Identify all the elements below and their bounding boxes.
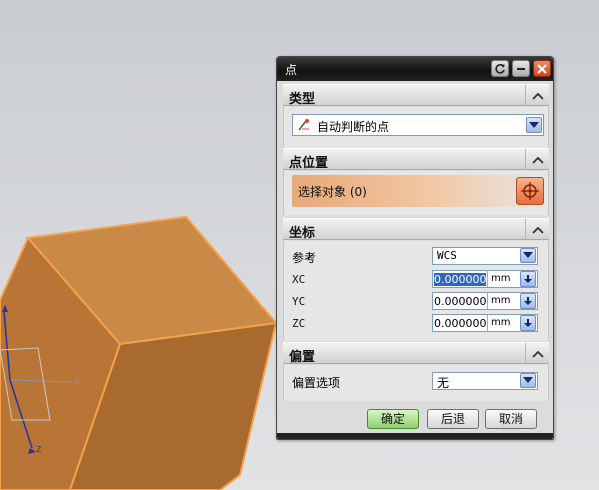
down-arrow-icon[interactable] [520,293,536,309]
xc-value[interactable]: 0.0000000 [434,273,486,286]
reference-label: 参考 [292,251,317,265]
zc-value[interactable]: 0.0000000 [434,317,486,330]
dropdown-arrow-icon[interactable] [520,248,536,263]
xc-label: XC [292,273,306,286]
section-point-location-label: 点位置 [289,156,329,171]
chevron-up-icon [531,156,544,164]
dialog-titlebar[interactable]: 点 [277,57,553,81]
reference-value: WCS [437,249,457,262]
reference-select[interactable]: WCS [432,247,538,265]
dialog-bottom-bar [277,433,553,439]
point-dialog: 点 类型 自动判断的点 点位置 选择对象 (0) 坐标 参考 WCS XC 0.… [276,56,554,440]
cancel-button[interactable]: 取消 [485,409,537,429]
zc-unit: mm [487,315,521,331]
minimize-button[interactable] [512,60,530,77]
reset-icon [495,63,505,74]
section-type-label: 类型 [289,92,316,107]
section-type-header[interactable]: 类型 [283,84,549,107]
down-arrow-icon[interactable] [520,271,536,287]
axis-z-label: Z [36,445,42,454]
collapse-type-button[interactable] [525,85,549,106]
collapse-point-location-button[interactable] [525,149,549,170]
collapse-offset-button[interactable] [525,343,549,364]
inferred-point-icon [297,118,311,135]
yc-unit: mm [487,293,521,309]
minimize-icon [517,67,525,70]
xc-unit: mm [487,271,521,287]
crosshair-icon [521,182,539,200]
section-coordinates-label: 坐标 [289,226,316,241]
dropdown-arrow-icon[interactable] [526,117,542,133]
point-type-value: 自动判断的点 [317,120,390,134]
axis-x-label: X [74,377,80,386]
offset-option-value: 无 [437,376,450,390]
zc-label: ZC [292,317,306,330]
close-button[interactable] [533,60,551,77]
yc-input[interactable]: 0.0000000 mm [432,292,538,310]
chevron-up-icon [531,350,544,358]
collapse-coordinates-button[interactable] [525,219,549,240]
point-type-select[interactable]: 自动判断的点 [292,114,544,136]
close-icon [537,63,547,74]
offset-option-label: 偏置选项 [292,376,341,390]
section-point-location-body: 选择对象 (0) [283,171,549,215]
section-type-body: 自动判断的点 [283,107,549,148]
select-object-label: 选择对象 (0) [298,185,367,199]
down-arrow-icon[interactable] [520,315,536,331]
section-offset-label: 偏置 [289,350,316,365]
section-offset-header[interactable]: 偏置 [283,342,549,365]
point-picker-button[interactable] [516,177,544,205]
reset-button[interactable] [491,60,509,77]
ok-button[interactable]: 确定 [367,409,419,429]
yc-value[interactable]: 0.0000000 [434,295,486,308]
xc-input[interactable]: 0.0000000 mm [432,270,538,288]
offset-option-select[interactable]: 无 [432,372,538,390]
zc-input[interactable]: 0.0000000 mm [432,314,538,332]
yc-label: YC [292,295,306,308]
dialog-title: 点 [285,63,298,77]
section-point-location-header[interactable]: 点位置 [283,148,549,171]
section-offset-body: 偏置选项 无 [283,365,549,401]
chevron-up-icon [531,226,544,234]
select-object-field[interactable]: 选择对象 (0) [292,175,544,207]
chevron-up-icon [531,92,544,100]
section-coordinates-body: 参考 WCS XC 0.0000000 mm YC 0.0000000 mm Z… [283,241,549,341]
back-button[interactable]: 后退 [427,409,479,429]
section-coordinates-header[interactable]: 坐标 [283,218,549,241]
dropdown-arrow-icon[interactable] [520,373,536,388]
